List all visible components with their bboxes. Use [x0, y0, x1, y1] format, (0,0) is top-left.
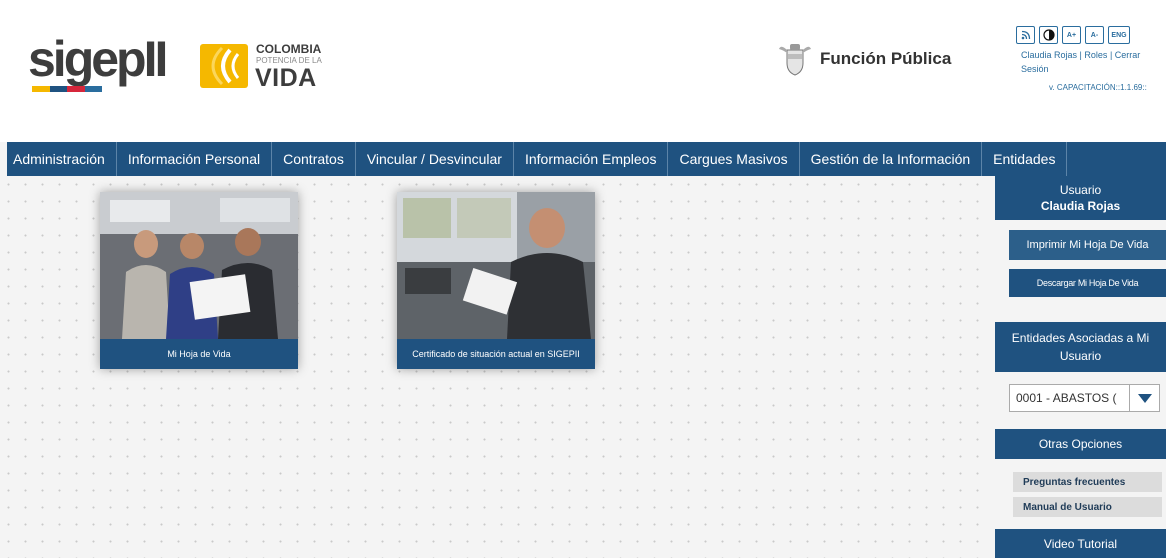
people-reviewing-document-image — [100, 192, 298, 339]
chevron-down-icon[interactable] — [1129, 385, 1159, 411]
menu-item-contratos[interactable]: Contratos — [272, 142, 356, 176]
header: sigepII COLOMBIA POTENCIA DE LA VIDA Fun… — [0, 0, 1166, 142]
menu-item-informacion-personal[interactable]: Información Personal — [117, 142, 273, 176]
entities-title: Entidades Asociadas a Mi Usuario — [995, 322, 1166, 372]
card-photo — [397, 192, 595, 339]
colombia-logo-mark-icon — [200, 44, 248, 88]
print-cv-button[interactable]: Imprimir Mi Hoja De Vida — [1009, 230, 1166, 260]
coat-of-arms-icon — [779, 44, 811, 76]
user-name: Claudia Rojas — [1040, 199, 1121, 213]
card-certificado-situacion[interactable]: Certificado de situación actual en SIGEP… — [397, 192, 595, 369]
menu-item-vincular-desvincular[interactable]: Vincular / Desvincular — [356, 142, 514, 176]
rss-icon[interactable] — [1016, 26, 1035, 44]
decrease-font-button[interactable]: A- — [1085, 26, 1104, 44]
user-links: Claudia Rojas | Roles | Cerrar Sesión — [1021, 48, 1166, 76]
logo-vida-text: VIDA — [255, 64, 317, 92]
link-separator: | — [1109, 50, 1113, 60]
other-options-title: Otras Opciones — [995, 429, 1166, 459]
man-reviewing-certificate-image — [397, 192, 595, 339]
funcion-publica-text: Función Pública — [820, 49, 952, 68]
contrast-icon[interactable] — [1039, 26, 1058, 44]
menu-item-administracion[interactable]: Administración — [7, 142, 117, 176]
entity-select-value: 0001 - ABASTOS ( — [1016, 391, 1117, 405]
sigep-logo-word: sigepII — [28, 31, 168, 87]
sigep-logo[interactable]: sigepII — [28, 31, 168, 92]
menu-item-gestion-informacion[interactable]: Gestión de la Información — [800, 142, 983, 176]
main-menu: Administración Información Personal Cont… — [7, 142, 1166, 176]
logo-colombia-text: COLOMBIA — [256, 42, 322, 56]
right-sidebar: Usuario Claudia Rojas Imprimir Mi Hoja D… — [995, 176, 1166, 558]
language-button[interactable]: ENG — [1108, 26, 1130, 44]
menu-item-cargues-masivos[interactable]: Cargues Masivos — [668, 142, 800, 176]
main-content: Mi Hoja de Vida Certificado de situación… — [0, 176, 990, 558]
entity-select[interactable]: 0001 - ABASTOS ( — [1009, 384, 1160, 412]
funcion-publica-logo: Función Pública — [778, 41, 951, 77]
user-label: Usuario — [1059, 183, 1102, 197]
card-mi-hoja-de-vida[interactable]: Mi Hoja de Vida — [100, 192, 298, 369]
card-photo — [100, 192, 298, 339]
sigep-logo-stripes — [32, 86, 102, 92]
menu-item-entidades[interactable]: Entidades — [982, 142, 1068, 176]
version-label: v. CAPACITACIÓN::1.1.69:: — [1049, 83, 1147, 92]
user-panel: Usuario Claudia Rojas — [995, 176, 1166, 220]
user-name-link[interactable]: Claudia Rojas — [1021, 50, 1077, 60]
card-caption: Certificado de situación actual en SIGEP… — [397, 339, 595, 369]
faq-link[interactable]: Preguntas frecuentes — [1013, 472, 1162, 492]
card-caption: Mi Hoja de Vida — [100, 339, 298, 369]
user-manual-link[interactable]: Manual de Usuario — [1013, 497, 1162, 517]
roles-link[interactable]: Roles — [1084, 50, 1107, 60]
video-tutorial-title[interactable]: Video Tutorial — [995, 529, 1166, 558]
link-separator: | — [1079, 50, 1082, 60]
download-cv-button[interactable]: Descargar Mi Hoja De Vida — [1009, 269, 1166, 297]
menu-item-informacion-empleos[interactable]: Información Empleos — [514, 142, 669, 176]
accessibility-toolbar: A+ A- ENG — [1016, 26, 1130, 44]
increase-font-button[interactable]: A+ — [1062, 26, 1081, 44]
